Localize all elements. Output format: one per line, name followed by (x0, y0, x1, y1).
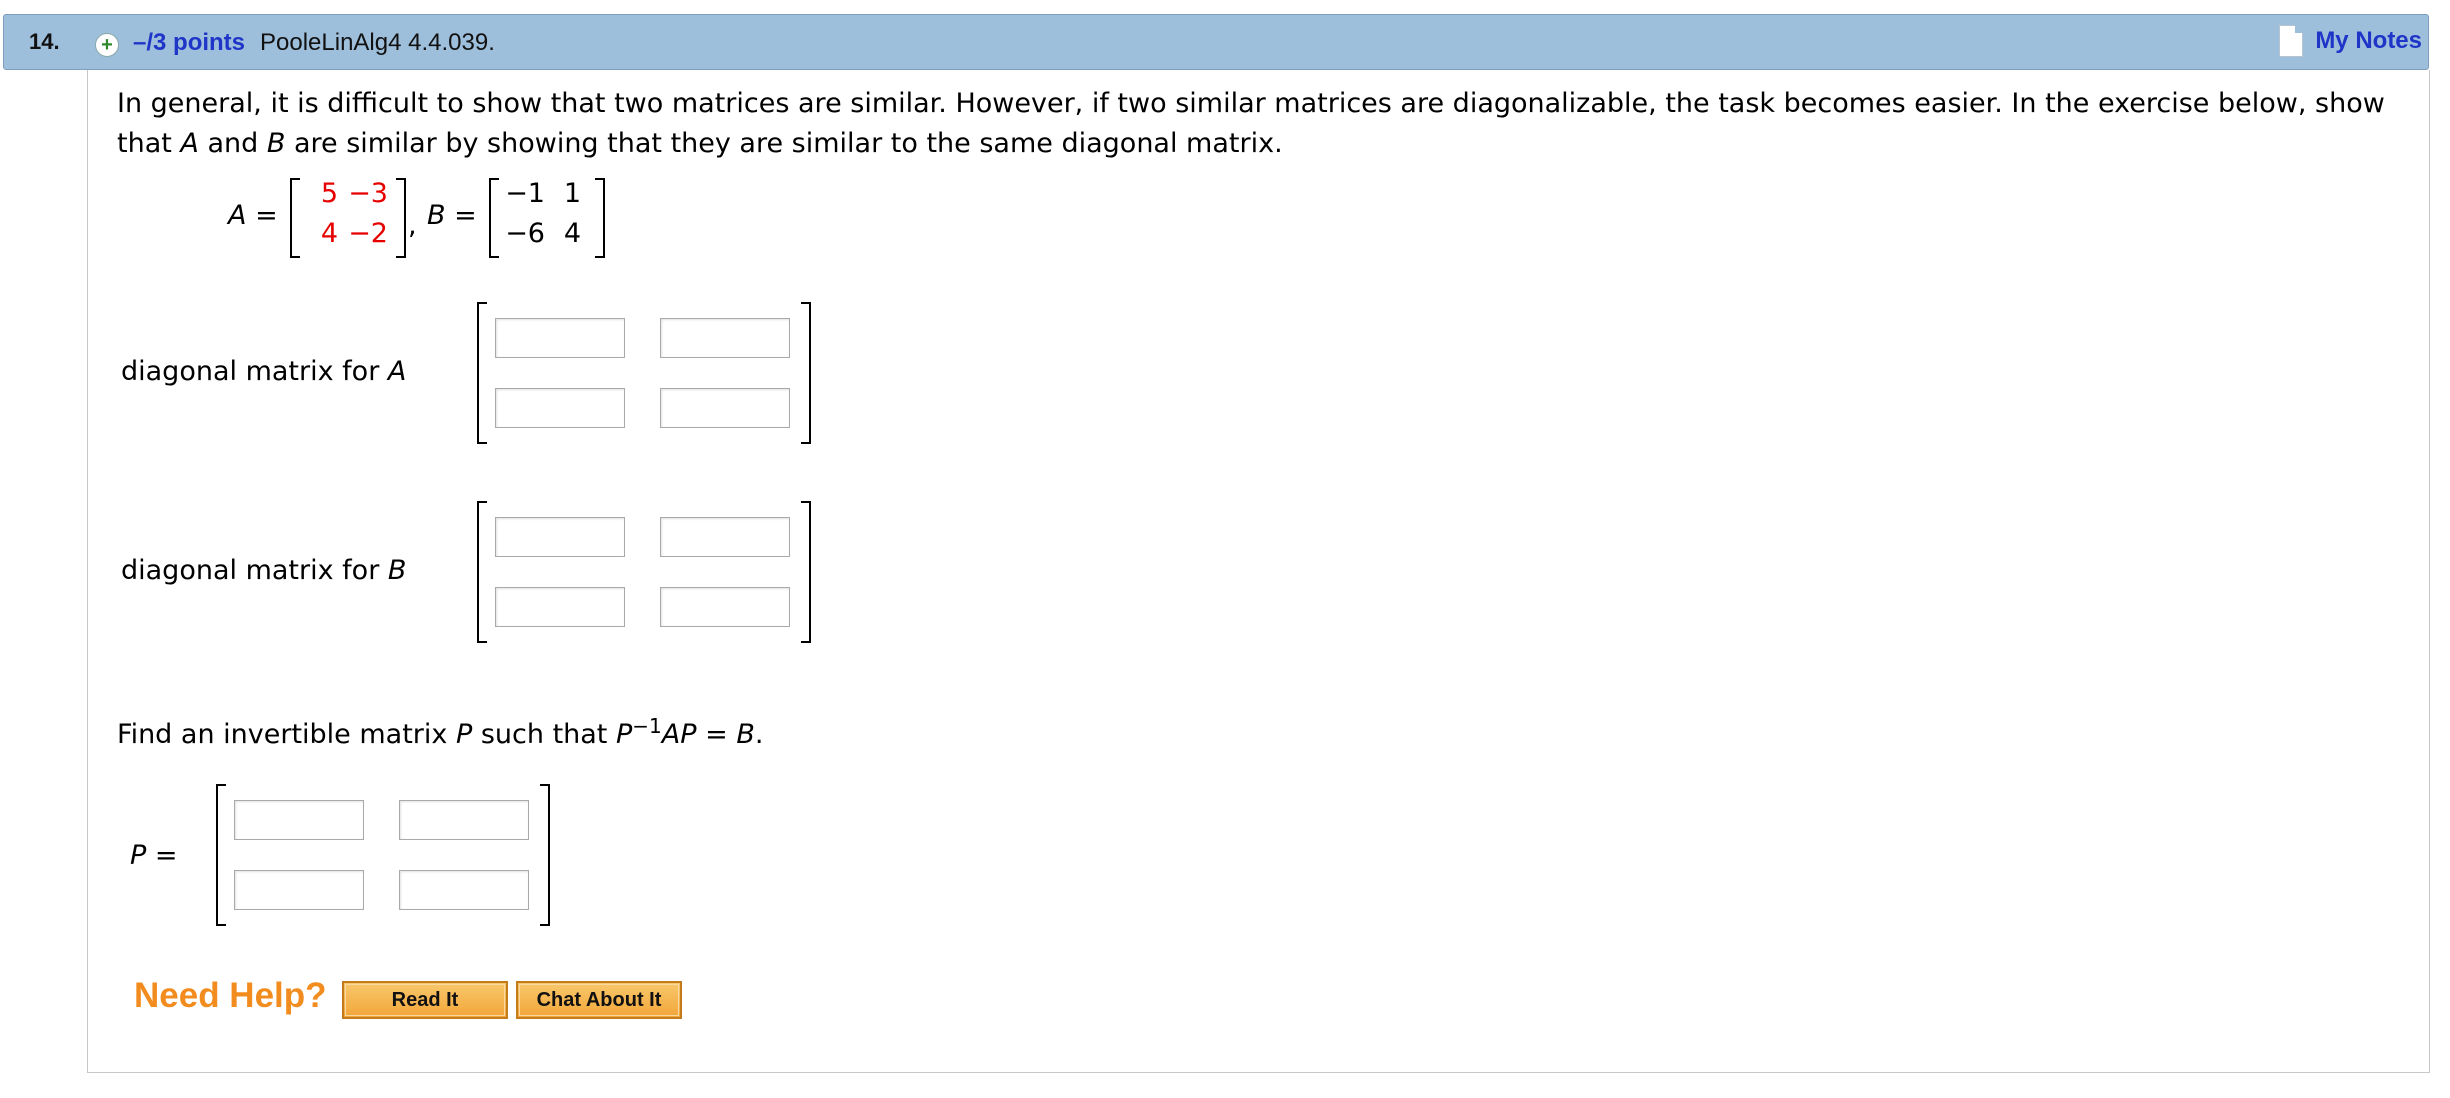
matrix-a-entry: −2 (348, 218, 388, 249)
find-p-instruction: Find an invertible matrix P such that P−… (117, 714, 764, 750)
diag-a-input-12[interactable] (660, 318, 790, 358)
chat-about-it-button[interactable]: Chat About It (516, 981, 682, 1019)
matrix-a-entry: −3 (348, 178, 388, 209)
bracket-left (216, 784, 226, 926)
bracket-right (801, 302, 811, 444)
matrix-a-entry: 5 (320, 178, 338, 209)
bracket-right (540, 784, 550, 926)
matrix-b-entry: −1 (505, 178, 545, 209)
my-notes-label[interactable]: My Notes (2315, 27, 2422, 55)
bracket-left (477, 501, 487, 643)
note-icon (2279, 25, 2304, 57)
matrix-a-label: A = (228, 200, 278, 231)
need-help-label: Need Help? (134, 976, 327, 1015)
bracket-right (801, 501, 811, 643)
matrix-b-entry: −6 (505, 218, 545, 249)
bracket-left (290, 178, 300, 258)
matrix-b: −1 1 −6 4 (489, 178, 605, 258)
diag-b-matrix (477, 501, 811, 643)
p-input-22[interactable] (399, 870, 529, 910)
bracket-left (477, 302, 487, 444)
matrix-separator: , (408, 210, 417, 241)
bracket-right (396, 178, 406, 258)
prompt-var-a: A (180, 128, 199, 159)
matrix-a-entry: 4 (320, 218, 338, 249)
matrix-b-entry: 1 (563, 178, 581, 209)
p-matrix (216, 784, 550, 926)
read-it-button[interactable]: Read It (342, 981, 508, 1019)
diag-b-label: diagonal matrix for B (121, 555, 407, 586)
diag-b-input-11[interactable] (495, 517, 625, 557)
prompt-var-b: B (266, 128, 286, 159)
diag-a-label: diagonal matrix for A (121, 356, 407, 387)
question-prompt: In general, it is difficult to show that… (117, 84, 2407, 164)
matrix-a: 5 −3 4 −2 (290, 178, 406, 258)
bracket-right (595, 178, 605, 258)
diag-a-input-21[interactable] (495, 388, 625, 428)
p-input-21[interactable] (234, 870, 364, 910)
my-notes-button[interactable]: My Notes (2279, 25, 2422, 57)
p-input-11[interactable] (234, 800, 364, 840)
question-number: 14. (29, 29, 60, 54)
prompt-text-2: are similar by showing that they are sim… (285, 128, 1283, 159)
expand-plus-icon[interactable]: + (95, 33, 119, 57)
diag-a-input-11[interactable] (495, 318, 625, 358)
problem-code: PooleLinAlg4 4.4.039. (260, 29, 495, 56)
p-input-12[interactable] (399, 800, 529, 840)
diag-a-input-22[interactable] (660, 388, 790, 428)
bracket-left (489, 178, 499, 258)
diag-b-input-21[interactable] (495, 587, 625, 627)
matrix-b-label: B = (427, 200, 477, 231)
diag-a-matrix (477, 302, 811, 444)
prompt-and: and (198, 128, 267, 159)
points-link[interactable]: –/3 points (133, 29, 245, 57)
p-matrix-label: P = (130, 840, 178, 871)
diag-b-input-22[interactable] (660, 587, 790, 627)
diag-b-input-12[interactable] (660, 517, 790, 557)
question-header: 14. + –/3 points PooleLinAlg4 4.4.039. M… (3, 14, 2429, 70)
matrix-b-entry: 4 (563, 218, 581, 249)
